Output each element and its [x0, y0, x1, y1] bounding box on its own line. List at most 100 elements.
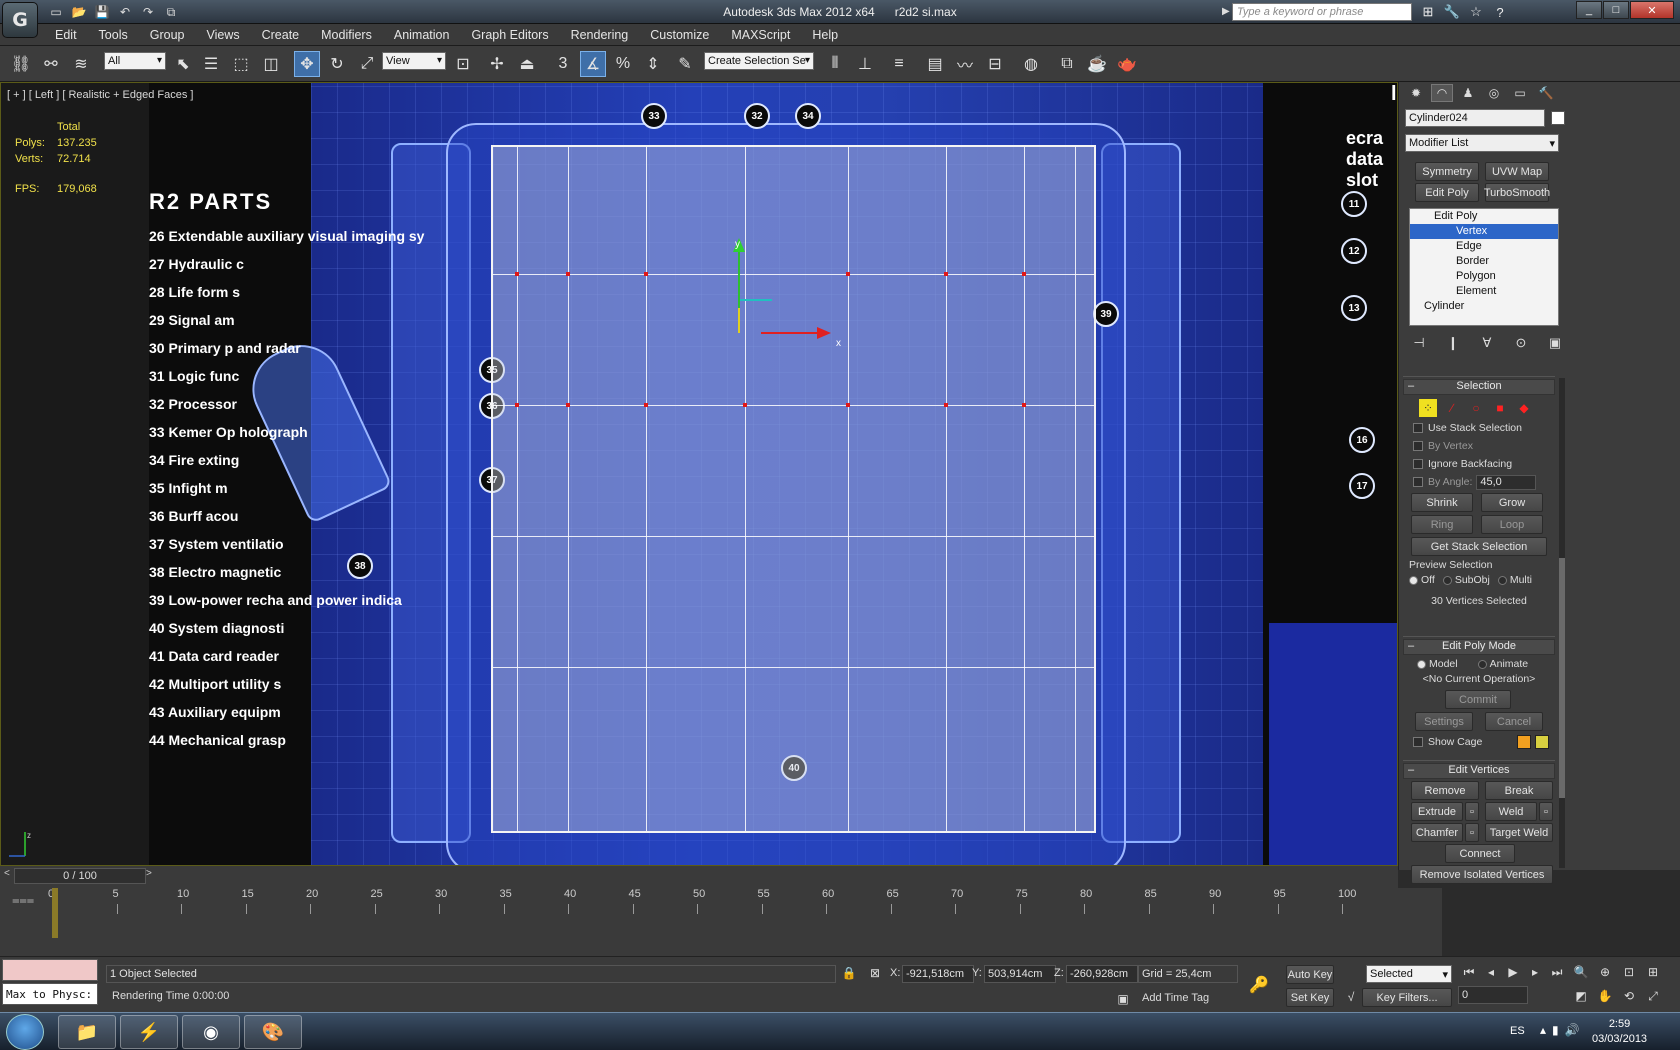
weld-settings-button[interactable]: ▫	[1539, 802, 1553, 821]
stack-polygon[interactable]: Polygon	[1410, 269, 1558, 284]
by-vertex-checkbox[interactable]: By Vertex	[1413, 437, 1555, 455]
menu-maxscript[interactable]: MAXScript	[731, 28, 790, 42]
language-indicator[interactable]: ES	[1510, 1025, 1525, 1037]
polygon-level-icon[interactable]: ■	[1491, 399, 1509, 417]
add-time-tag-icon[interactable]: ▣	[1112, 989, 1134, 1009]
time-slider[interactable]: 0 / 100	[14, 868, 146, 884]
maximize-viewport-icon[interactable]: ⤢	[1642, 986, 1664, 1006]
object-name-field[interactable]: Cylinder024	[1405, 109, 1545, 127]
field-of-view-icon[interactable]: ◩	[1570, 986, 1592, 1006]
manipulate-icon[interactable]: ✢	[484, 51, 510, 77]
menu-group[interactable]: Group	[150, 28, 185, 42]
time-slider-prev-icon[interactable]: <	[4, 868, 14, 884]
use-stack-selection-checkbox[interactable]: Use Stack Selection	[1413, 419, 1555, 437]
symmetry-button[interactable]: Symmetry	[1415, 162, 1479, 181]
edit-vertices-header[interactable]: Edit Vertices	[1403, 763, 1555, 779]
save-file-icon[interactable]: 💾	[92, 3, 112, 21]
extrude-settings-button[interactable]: ▫	[1465, 802, 1479, 821]
menu-rendering[interactable]: Rendering	[571, 28, 629, 42]
settings-button[interactable]: Settings	[1415, 712, 1473, 731]
help-icon[interactable]: ?	[1490, 3, 1510, 21]
ring-button[interactable]: Ring	[1411, 515, 1473, 534]
target-weld-button[interactable]: Target Weld	[1485, 823, 1553, 842]
set-key-button[interactable]: Set Key	[1286, 988, 1334, 1007]
tray-arrow-icon[interactable]: ▴	[1540, 1023, 1546, 1037]
scrollbar-thumb[interactable]	[1559, 558, 1565, 798]
turbosmooth-button[interactable]: TurboSmooth	[1484, 183, 1550, 202]
zoom-extents-all-icon[interactable]: ⊞	[1642, 962, 1664, 982]
undo-icon[interactable]: ↶	[115, 3, 135, 21]
render-production-icon[interactable]: 🫖	[1114, 51, 1140, 77]
remove-isolated-vertices-button[interactable]: Remove Isolated Vertices	[1411, 865, 1553, 884]
ignore-backfacing-checkbox[interactable]: Ignore Backfacing	[1413, 455, 1555, 473]
move-gizmo-plane[interactable]	[738, 299, 772, 333]
show-cage-checkbox[interactable]: Show Cage	[1413, 733, 1555, 751]
app-taskbar-icon[interactable]: ⚡	[120, 1015, 178, 1049]
network-icon[interactable]: ▮	[1552, 1023, 1559, 1037]
y-coordinate-field[interactable]: 503,914cm	[984, 965, 1056, 983]
orbit-icon[interactable]: ⟲	[1618, 986, 1640, 1006]
x-coordinate-field[interactable]: -921,518cm	[902, 965, 974, 983]
preview-subobj-radio[interactable]: SubObj	[1442, 574, 1490, 586]
get-stack-selection-button[interactable]: Get Stack Selection	[1411, 537, 1547, 556]
search-expand-icon[interactable]: ▶	[1222, 6, 1230, 17]
selection-rollout-header[interactable]: Selection	[1403, 379, 1555, 395]
key-mode-dropdown[interactable]: Selected	[1366, 965, 1452, 983]
hierarchy-tab-icon[interactable]: ♟	[1457, 84, 1479, 102]
stack-edit-poly[interactable]: Edit Poly	[1410, 209, 1558, 224]
auto-key-button[interactable]: Auto Key	[1286, 965, 1334, 984]
render-setup-icon[interactable]: ⧉	[1054, 51, 1080, 77]
spinner-snap-icon[interactable]: ⇕	[640, 51, 666, 77]
loop-button[interactable]: Loop	[1481, 515, 1543, 534]
selection-region-icon[interactable]: ⬚	[228, 51, 254, 77]
chamfer-settings-button[interactable]: ▫	[1465, 823, 1479, 842]
maxscript-listener-pink[interactable]	[2, 959, 98, 981]
uvw-map-button[interactable]: UVW Map	[1485, 162, 1549, 181]
open-file-icon[interactable]: 📂	[69, 3, 89, 21]
time-slider-next-icon[interactable]: >	[146, 868, 156, 884]
paint-taskbar-icon[interactable]: 🎨	[244, 1015, 302, 1049]
commit-button[interactable]: Commit	[1445, 690, 1511, 709]
shrink-button[interactable]: Shrink	[1411, 493, 1473, 512]
add-time-tag-label[interactable]: Add Time Tag	[1142, 992, 1209, 1004]
preview-multi-radio[interactable]: Multi	[1497, 574, 1532, 586]
3dsmax-taskbar-icon[interactable]: ◉	[182, 1015, 240, 1049]
curve-editor-icon[interactable]: 〰	[952, 51, 978, 77]
new-file-icon[interactable]: ▭	[46, 3, 66, 21]
project-folder-icon[interactable]: ⧉	[161, 3, 181, 21]
cage-color-swatch-2[interactable]	[1535, 735, 1549, 749]
bind-space-warp-icon[interactable]: ≋	[68, 51, 94, 77]
by-angle-checkbox[interactable]: By Angle: 45,0	[1413, 473, 1555, 491]
preview-off-radio[interactable]: Off	[1409, 574, 1435, 586]
move-icon[interactable]: ✥	[294, 51, 320, 77]
window-crossing-icon[interactable]: ◫	[258, 51, 284, 77]
viewport-label[interactable]: [ + ] [ Left ] [ Realistic + Edged Faces…	[7, 89, 193, 101]
menu-customize[interactable]: Customize	[650, 28, 709, 42]
selected-cylinder-mesh[interactable]	[491, 145, 1096, 833]
pivot-center-icon[interactable]: ⊡	[450, 51, 476, 77]
go-to-start-icon[interactable]: ⏮	[1458, 962, 1480, 982]
app-logo-icon[interactable]: G	[2, 2, 38, 38]
vertex-level-icon[interactable]: ⁘	[1419, 399, 1437, 417]
z-coordinate-field[interactable]: -260,928cm	[1066, 965, 1138, 983]
modify-tab-icon[interactable]: ◠	[1431, 84, 1453, 102]
mirror-icon[interactable]: ⫴	[822, 51, 848, 77]
redo-icon[interactable]: ↷	[138, 3, 158, 21]
edit-poly-button[interactable]: Edit Poly	[1415, 183, 1479, 202]
go-to-end-icon[interactable]: ⏭	[1546, 962, 1568, 982]
previous-frame-icon[interactable]: ◂	[1480, 962, 1502, 982]
rendered-frame-icon[interactable]: ☕	[1084, 51, 1110, 77]
snap-toggle-icon[interactable]: 3	[550, 51, 576, 77]
reference-coordinate-dropdown[interactable]: View	[382, 52, 446, 70]
select-object-icon[interactable]: ⬉	[170, 51, 196, 77]
link-icon[interactable]: ⛓	[8, 51, 34, 77]
connect-button[interactable]: Connect	[1445, 844, 1515, 863]
angle-spinner[interactable]: 45,0	[1476, 474, 1537, 490]
configure-sets-icon[interactable]: ▣	[1545, 334, 1565, 352]
model-radio[interactable]: Model	[1417, 658, 1458, 670]
show-end-result-icon[interactable]: ❙	[1443, 334, 1463, 352]
material-editor-icon[interactable]: ◍	[1018, 51, 1044, 77]
graphite-tools-icon[interactable]: ▤	[922, 51, 948, 77]
display-tab-icon[interactable]: ▭	[1509, 84, 1531, 102]
border-level-icon[interactable]: ○	[1467, 399, 1485, 417]
